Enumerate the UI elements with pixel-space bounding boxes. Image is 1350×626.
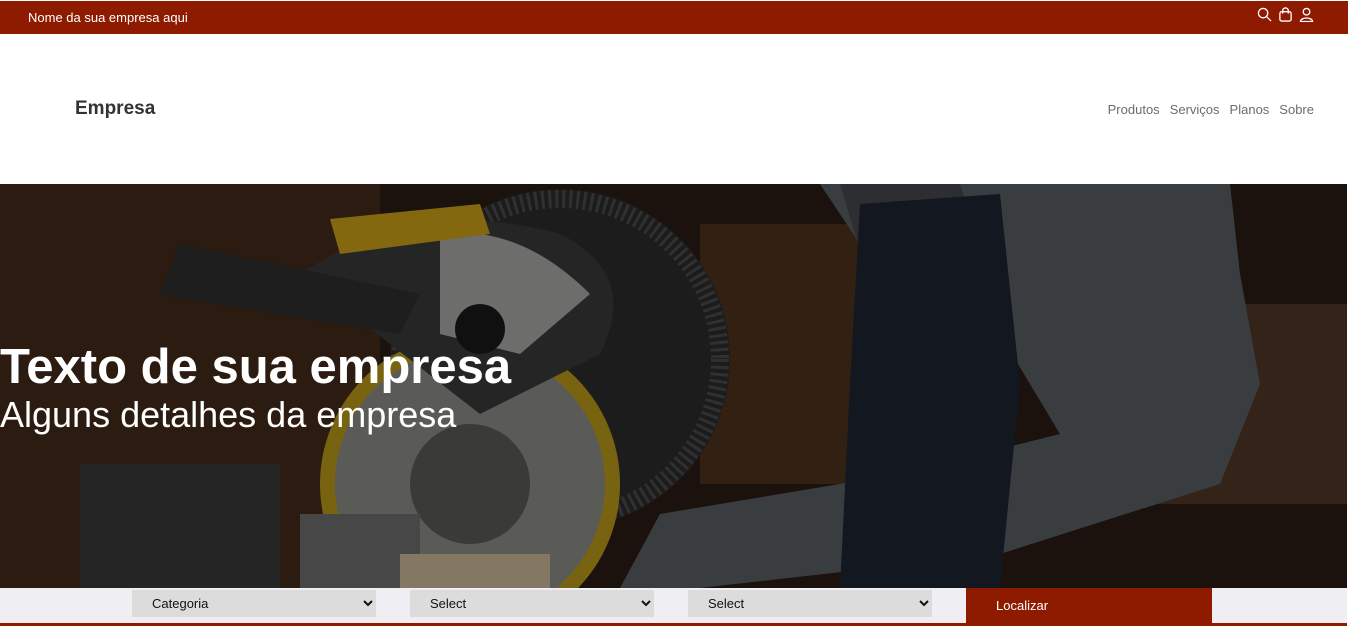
shopping-bag-icon[interactable] — [1278, 7, 1293, 22]
nav-item-planos[interactable]: Planos — [1230, 102, 1270, 117]
nav-item-produtos[interactable]: Produtos — [1108, 102, 1160, 117]
hero-subtitle: Alguns detalhes da empresa — [0, 394, 457, 435]
hero-title: Texto de sua empresa — [0, 340, 512, 394]
search-bar: Categoria Select Select Localizar — [0, 588, 1347, 623]
site-header: Empresa Produtos Serviços Planos Sobre — [0, 34, 1348, 184]
company-name: Nome da sua empresa aqui — [28, 10, 188, 25]
filter-select-3[interactable]: Select — [688, 590, 932, 617]
localizar-button[interactable]: Localizar — [966, 588, 1212, 623]
filter-select-2[interactable]: Select — [410, 590, 654, 617]
nav-item-servicos[interactable]: Serviços — [1170, 102, 1220, 117]
brand-logo[interactable]: Empresa — [75, 98, 155, 120]
search-icon[interactable] — [1257, 7, 1272, 22]
top-bar-icons — [1257, 7, 1314, 23]
hero-banner: Texto de sua empresa Alguns detalhes da … — [0, 184, 1347, 588]
top-bar: Nome da sua empresa aqui — [0, 1, 1348, 34]
category-select[interactable]: Categoria — [132, 590, 376, 617]
nav-item-sobre[interactable]: Sobre — [1279, 102, 1314, 117]
user-icon[interactable] — [1299, 7, 1314, 23]
main-nav: Produtos Serviços Planos Sobre — [1098, 102, 1314, 117]
